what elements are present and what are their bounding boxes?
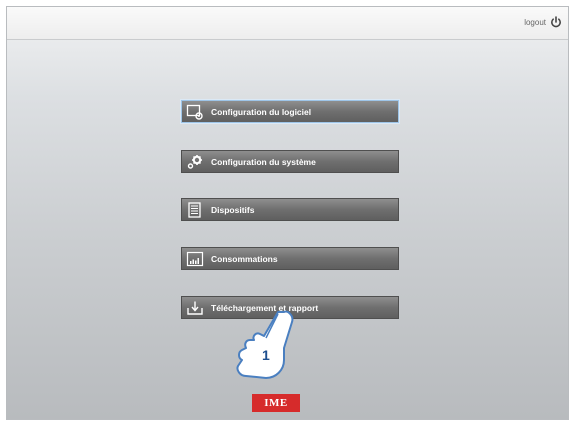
menu-item-label: Configuration du système — [211, 156, 316, 167]
step-number: 1 — [262, 347, 270, 363]
system-configuration-button[interactable]: Configuration du système — [181, 150, 399, 173]
power-icon — [551, 16, 561, 28]
consumption-button[interactable]: Consommations — [181, 247, 399, 270]
top-bar: logout — [7, 7, 568, 40]
gears-icon — [187, 154, 202, 169]
software-configuration-button[interactable]: Configuration du logiciel — [181, 100, 399, 123]
logout-button[interactable]: logout — [524, 16, 562, 28]
ime-logo: IME — [252, 394, 300, 412]
download-icon — [187, 301, 203, 315]
monitor-gear-icon — [186, 104, 203, 120]
menu-item-label: Consommations — [211, 253, 278, 264]
bar-chart-icon — [186, 251, 204, 266]
document-list-icon — [188, 201, 201, 218]
logout-label: logout — [524, 17, 546, 27]
menu-item-label: Configuration du logiciel — [211, 106, 312, 117]
pointing-hand-icon: 1 — [236, 310, 294, 379]
menu-item-label: Dispositifs — [211, 204, 255, 215]
devices-button[interactable]: Dispositifs — [181, 198, 399, 221]
